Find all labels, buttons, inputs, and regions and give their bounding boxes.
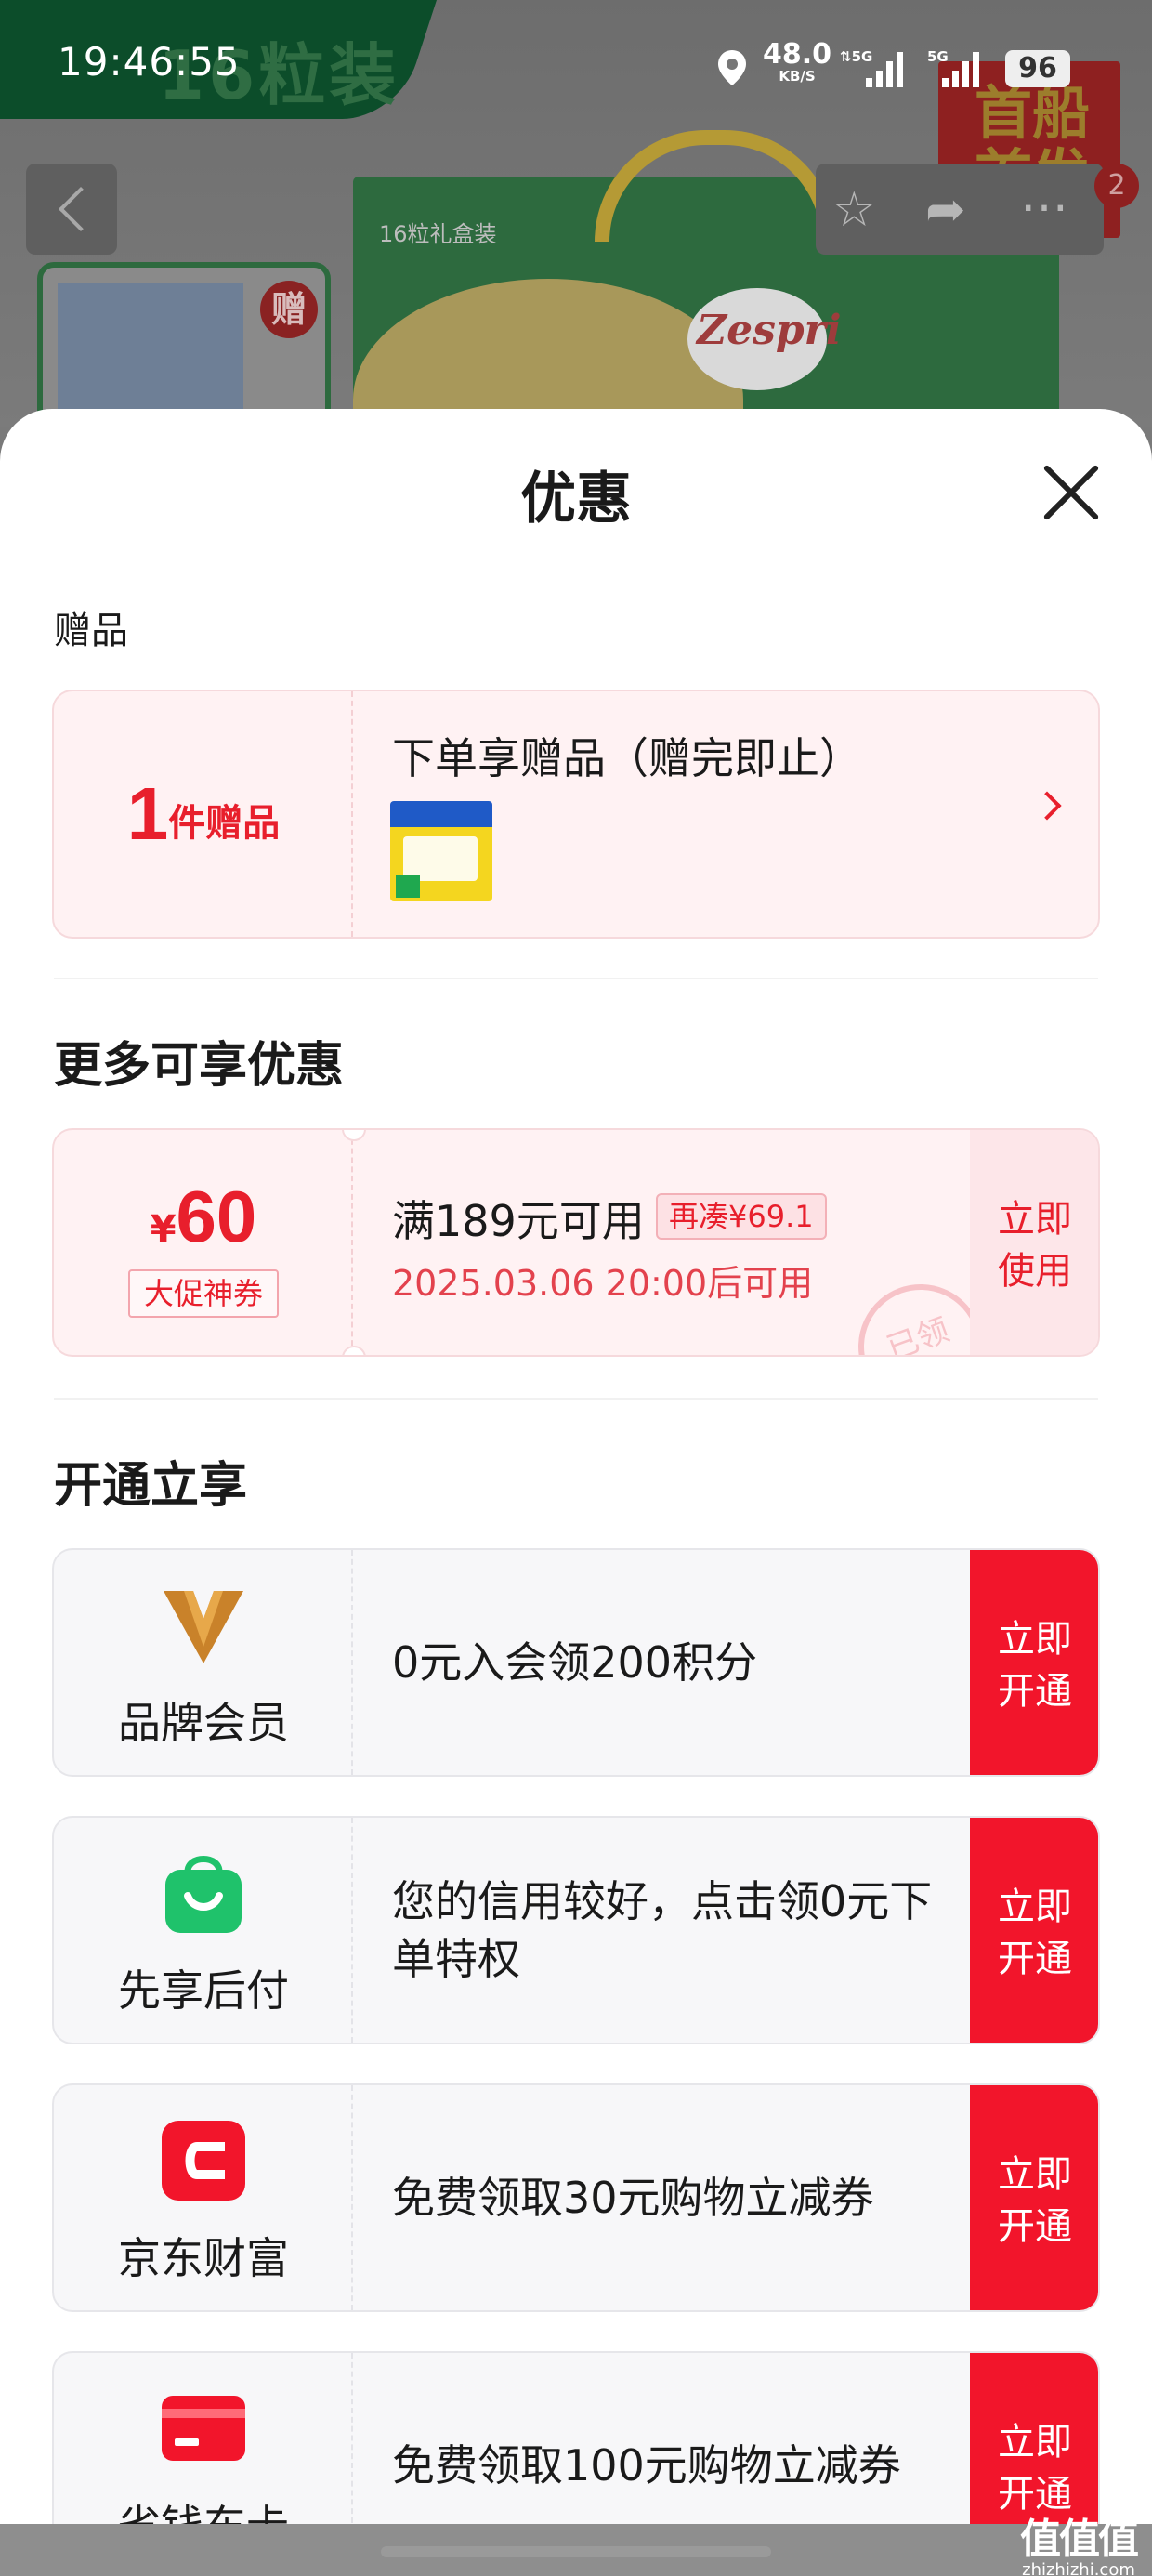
gift-title: 下单享赠品（赠完即止） <box>392 733 862 783</box>
product-image-handle <box>595 130 836 242</box>
open-now-button-line2: 开通 <box>998 1938 1072 1980</box>
open-now-button[interactable]: 立即 开通 <box>970 1550 1098 1775</box>
gift-count-number: 1 <box>126 772 169 855</box>
net-speed-value: 48.0 <box>762 38 832 71</box>
service-card-left: 品牌会员 <box>54 1550 353 1775</box>
gift-count: 1件赠品 <box>54 771 353 857</box>
gift-product-image[interactable] <box>390 801 492 901</box>
coupon-valid-time: 2025.03.06 20:00后可用 <box>392 1263 814 1304</box>
sheet-title: 优惠 <box>520 467 632 532</box>
service-card-brand-member: 品牌会员 0元入会领200积分 立即 开通 <box>52 1548 1100 1777</box>
brand-v-icon <box>164 1591 243 1663</box>
watermark-logo: 值值值 <box>1020 2516 1139 2563</box>
svg-text:5G: 5G <box>927 48 949 65</box>
open-now-button-line1: 立即 <box>998 2421 1072 2464</box>
service-card-left: 京东财富 <box>54 2085 353 2310</box>
cart-count-badge: 2 <box>1094 164 1139 208</box>
coupon-type-tag: 大促神券 <box>128 1269 279 1318</box>
gift-badge: 赠 <box>260 281 318 338</box>
location-icon <box>718 50 746 85</box>
shopping-bag-icon <box>165 1856 242 1933</box>
status-bar: 19:46:55 48.0 KB/S ⇅5G 5G 96 <box>0 0 1152 130</box>
service-card-pay-later: 先享后付 您的信用较好，点击领0元下单特权 立即 开通 <box>52 1816 1100 2044</box>
service-name: 先享后付 <box>118 1965 289 2016</box>
net-speed: 48.0 KB/S <box>760 38 834 85</box>
use-coupon-button[interactable]: 立即 使用 <box>970 1130 1098 1355</box>
product-box-label: 16粒礼盒装 <box>379 221 497 247</box>
coupon-amount-value: 60 <box>176 1176 257 1257</box>
section-divider <box>54 1398 1098 1400</box>
service-desc: 免费领取30元购物立减券 <box>392 2173 874 2223</box>
coupon-need-more-badge: 再凑¥69.1 <box>656 1193 827 1240</box>
open-now-button-line1: 立即 <box>998 1886 1072 1928</box>
open-now-button-line2: 开通 <box>998 2205 1072 2248</box>
service-name: 品牌会员 <box>118 1698 289 1748</box>
signal-5g-icon-1: ⇅5G <box>840 48 903 87</box>
svg-text:⇅5G: ⇅5G <box>840 48 872 65</box>
use-coupon-button-line2: 使用 <box>998 1250 1072 1293</box>
open-now-button-line2: 开通 <box>998 2473 1072 2516</box>
open-benefits-heading: 开通立享 <box>54 1458 248 1514</box>
more-discounts-heading: 更多可享优惠 <box>54 1038 345 1094</box>
star-icon[interactable]: ☆ <box>832 182 876 238</box>
jd-wealth-icon <box>162 2121 245 2201</box>
gift-card[interactable]: 1件赠品 下单享赠品（赠完即止） <box>52 690 1100 939</box>
card-icon <box>162 2396 245 2461</box>
service-desc: 您的信用较好，点击领0元下单特权 <box>392 1876 933 1984</box>
coupon-amount: ¥60 <box>54 1175 353 1259</box>
coupon-card: ¥60 大促神券 满189元可用 再凑¥69.1 2025.03.06 20:0… <box>52 1128 1100 1357</box>
open-now-button[interactable]: 立即 开通 <box>970 1818 1098 2043</box>
back-arrow-icon <box>58 186 104 232</box>
gift-count-unit: 件赠品 <box>168 802 281 845</box>
back-button[interactable] <box>26 164 117 255</box>
service-desc: 0元入会领200积分 <box>392 1637 758 1688</box>
coupon-condition: 满189元可用 <box>392 1196 645 1246</box>
chevron-right-icon[interactable] <box>1032 791 1062 821</box>
open-now-button[interactable]: 立即 开通 <box>970 2085 1098 2310</box>
top-action-group: ☆ ➦ … <box>816 164 1104 255</box>
watermark-url: zhizhizhi.com <box>1022 2560 1135 2576</box>
brand-logo-text: Zespri <box>697 307 842 354</box>
watermark: 值值值 zhizhizhi.com <box>1009 2518 1148 2576</box>
gift-card-left: 1件赠品 <box>54 691 353 937</box>
more-icon[interactable]: … <box>1020 167 1068 223</box>
section-divider <box>54 978 1098 979</box>
home-indicator[interactable] <box>381 2546 771 2557</box>
share-icon[interactable]: ➦ <box>925 182 966 238</box>
service-card-left: 先享后付 <box>54 1818 353 2043</box>
close-icon[interactable] <box>1031 455 1109 533</box>
open-now-button-line1: 立即 <box>998 1618 1072 1661</box>
gift-section-label: 赠品 <box>54 610 128 652</box>
net-speed-unit: KB/S <box>779 68 816 85</box>
discount-sheet: 优惠 赠品 1件赠品 下单享赠品（赠完即止） 更多可享优惠 ¥60 大促神券 满… <box>0 409 1152 2576</box>
coupon-currency: ¥ <box>150 1208 177 1251</box>
use-coupon-button-line1: 立即 <box>998 1198 1072 1241</box>
service-name: 京东财富 <box>118 2233 289 2283</box>
signal-5g-icon-2: 5G <box>927 48 979 87</box>
battery-indicator: 96 <box>1005 50 1070 87</box>
open-now-button-line2: 开通 <box>998 1670 1072 1713</box>
gift-thumbnail-image <box>58 283 243 427</box>
status-time: 19:46:55 <box>58 39 241 85</box>
open-now-button-line1: 立即 <box>998 2153 1072 2196</box>
service-card-jd-wealth: 京东财富 免费领取30元购物立减券 立即 开通 <box>52 2083 1100 2312</box>
coupon-card-left: ¥60 大促神券 <box>54 1130 353 1355</box>
